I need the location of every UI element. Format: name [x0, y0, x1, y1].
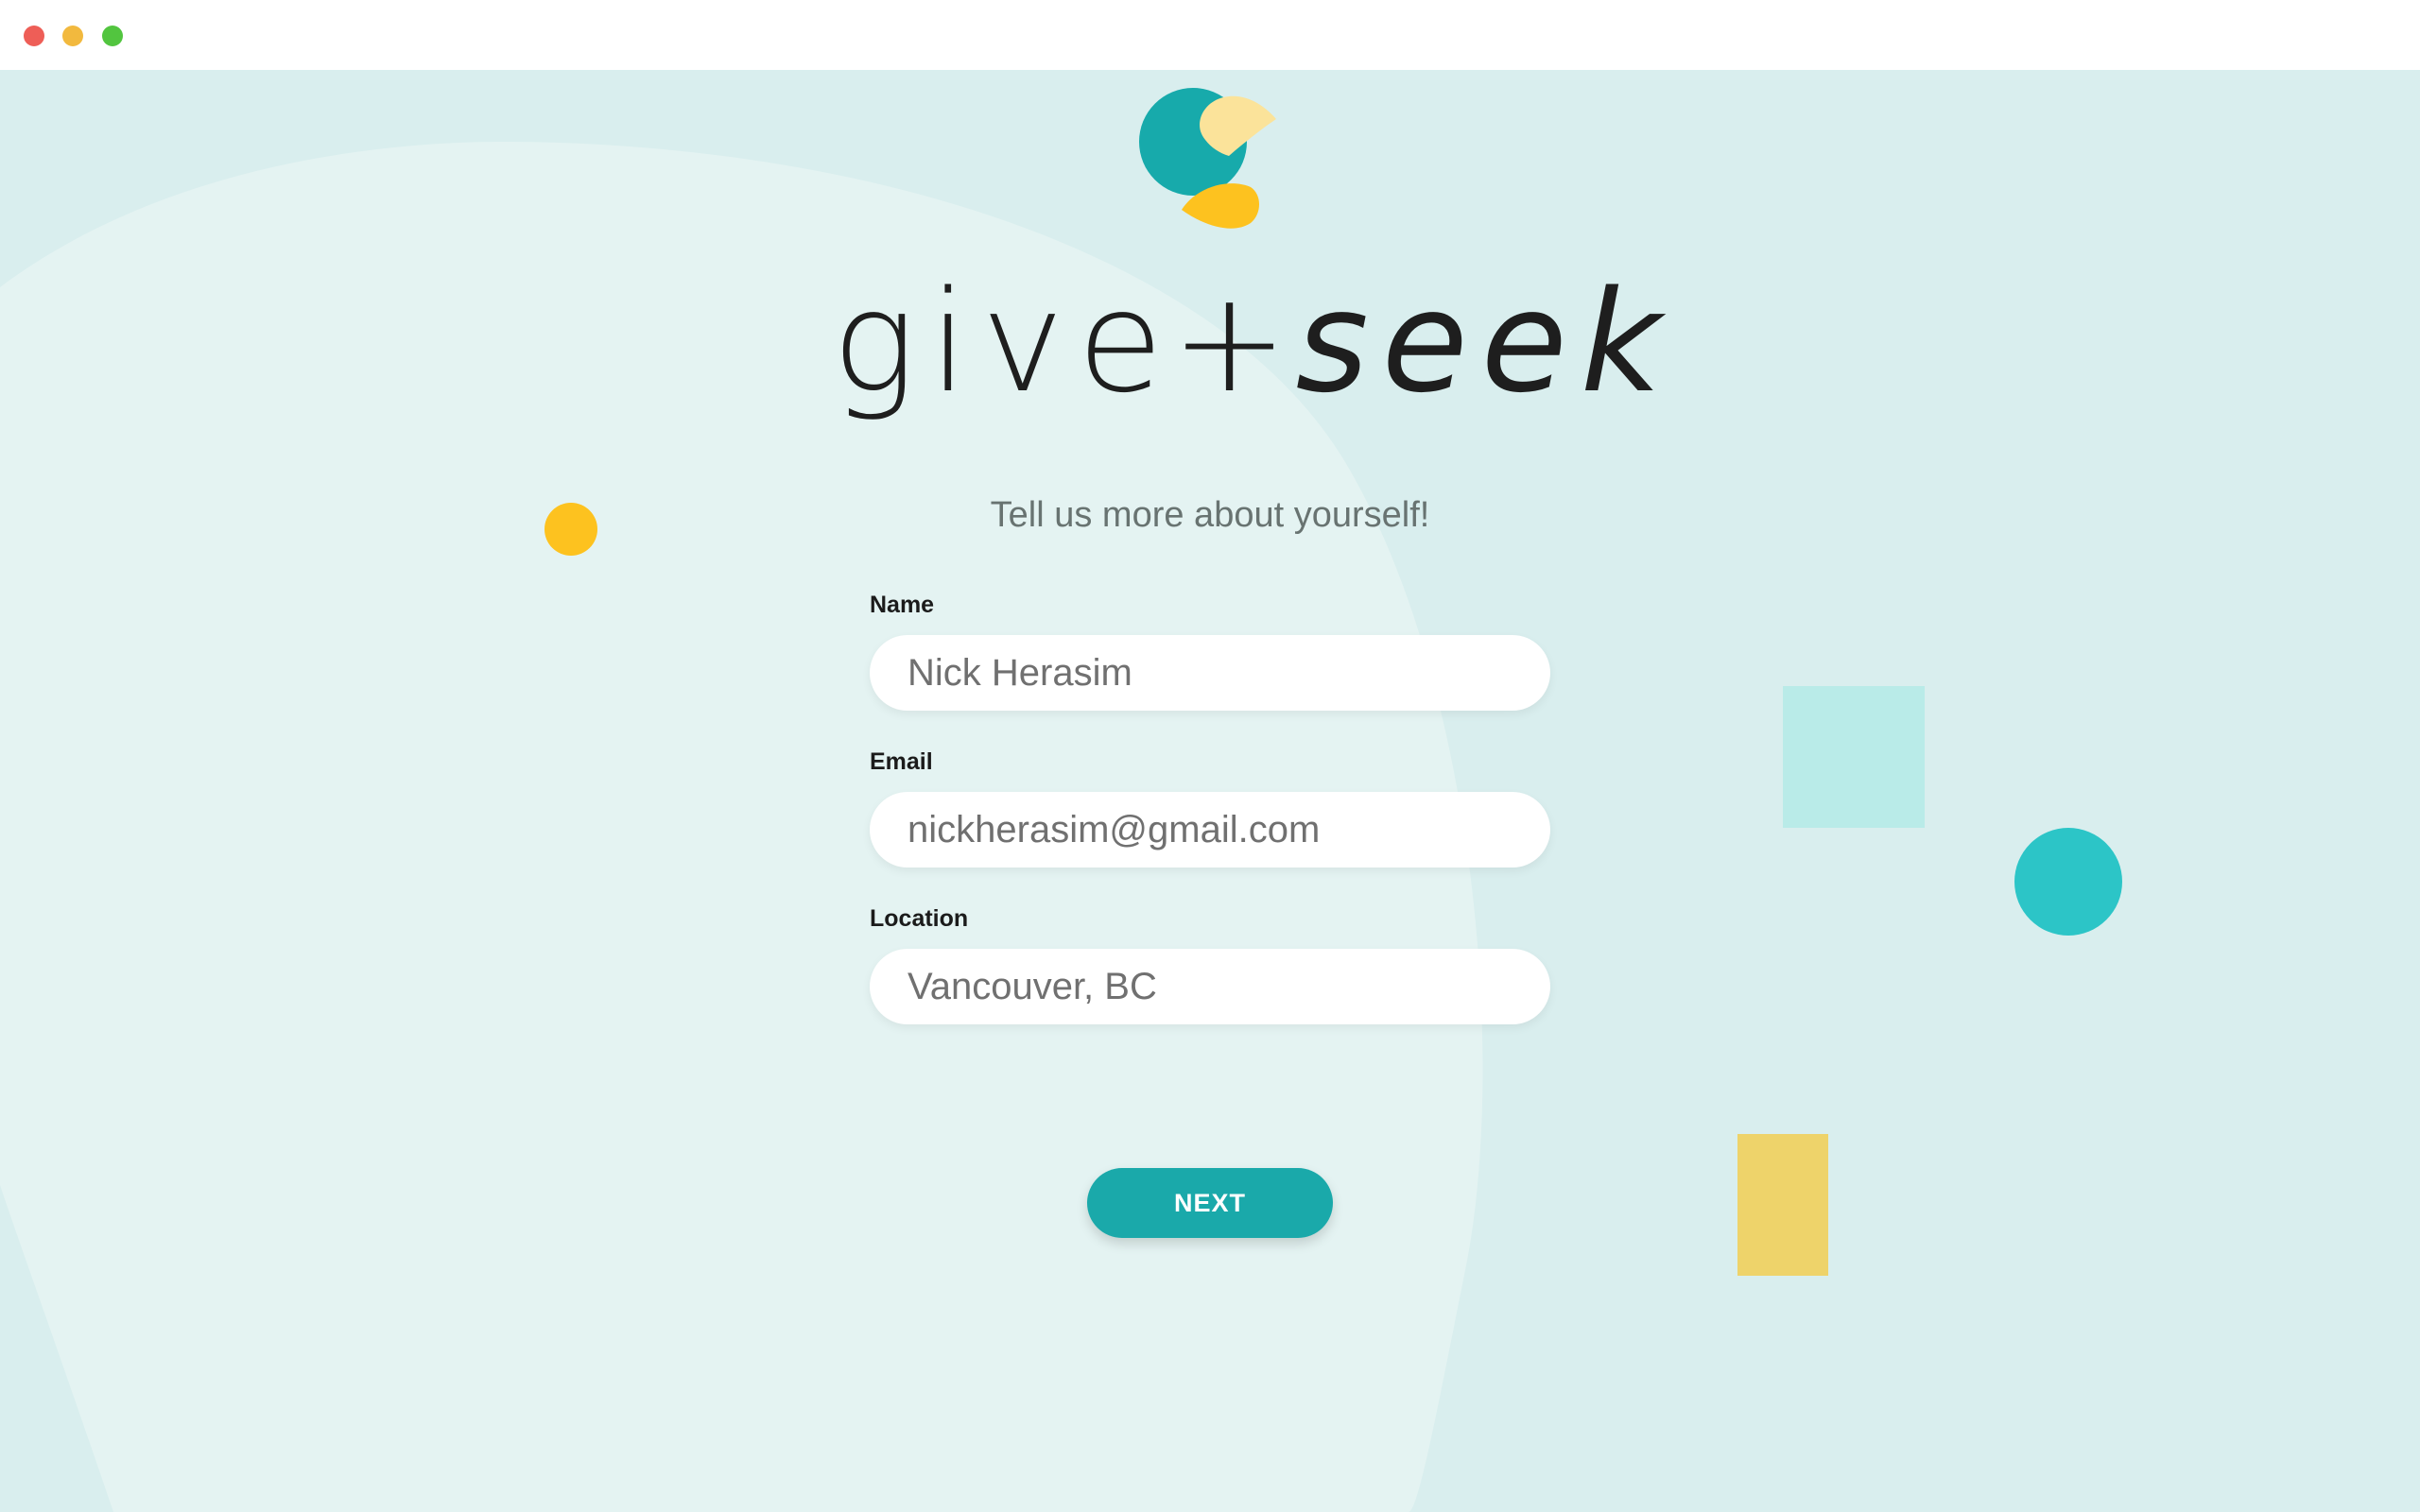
- decorative-teal-square: [1783, 686, 1925, 828]
- email-field[interactable]: [870, 792, 1550, 868]
- location-label: Location: [870, 905, 969, 932]
- minimize-icon[interactable]: [62, 26, 83, 46]
- decorative-teal-circle: [2014, 828, 2122, 936]
- decorative-yellow-rectangle: [1737, 1134, 1828, 1276]
- next-button[interactable]: NEXT: [1087, 1168, 1333, 1238]
- close-icon[interactable]: [24, 26, 44, 46]
- name-label: Name: [870, 592, 935, 618]
- brand-word-give: give: [832, 261, 1177, 423]
- location-field[interactable]: [870, 949, 1550, 1024]
- brand-wordmark: give+seek: [832, 248, 1662, 437]
- name-field[interactable]: [870, 635, 1550, 711]
- app-window: give+seek Tell us more about yourself! N…: [0, 0, 2420, 1512]
- form-subtitle: Tell us more about yourself!: [990, 495, 1430, 535]
- maximize-icon[interactable]: [102, 26, 123, 46]
- brand-word-seek: seek: [1295, 261, 1675, 423]
- email-label: Email: [870, 748, 933, 775]
- give-seek-logo-icon: [1139, 88, 1276, 229]
- decorative-yellow-dot: [544, 503, 597, 556]
- brand-plus: +: [1170, 261, 1302, 423]
- window-titlebar: [0, 0, 2420, 70]
